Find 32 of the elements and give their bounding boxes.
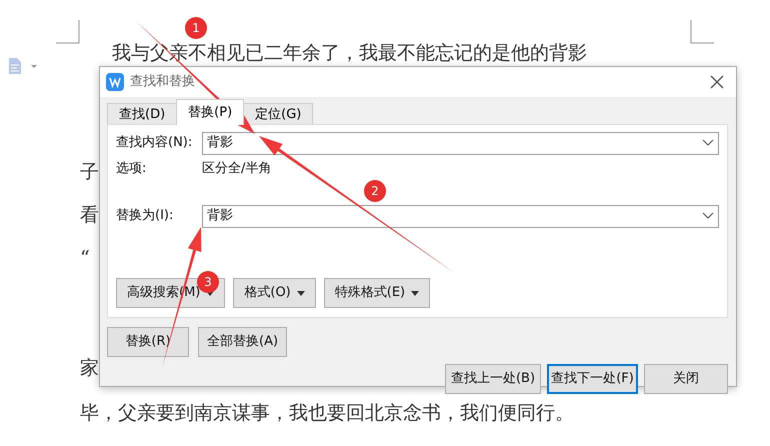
field-label: 替换为(I): xyxy=(116,207,174,226)
field-label: 查找内容(N): xyxy=(116,134,194,152)
find-combobox[interactable]: 背影 xyxy=(202,132,719,154)
action-button[interactable]: 查找下一处(F) xyxy=(547,364,638,394)
document-text: 毕，父亲要到南京谋事，我也要回北京念书，我们便同行。 xyxy=(80,401,574,425)
chevron-icon xyxy=(702,212,714,220)
options-value: 区分全/半角 xyxy=(202,160,272,178)
tab[interactable]: 替换(P) xyxy=(176,99,244,125)
window-title: 查找和替换 xyxy=(130,73,195,92)
caret-icon xyxy=(296,290,305,296)
document-text: 家 xyxy=(80,356,99,380)
dropdown-button[interactable]: 特殊格式(E) xyxy=(324,278,430,308)
field-label: 选项: xyxy=(116,160,148,178)
margin-mark xyxy=(690,20,714,44)
document-text: “ xyxy=(80,246,90,270)
action-button[interactable]: 全部替换(A) xyxy=(198,327,288,357)
action-button[interactable]: 查找上一处(B) xyxy=(445,364,541,394)
action-button[interactable]: 关闭 xyxy=(644,364,728,394)
margin-mark xyxy=(56,20,80,44)
step-badge: 2 xyxy=(364,180,386,202)
app-logo-icon xyxy=(106,73,124,91)
caret-icon xyxy=(411,290,420,296)
action-button[interactable]: 替换(R) xyxy=(107,327,189,357)
document-text: 子 xyxy=(80,160,99,184)
replace-combobox[interactable]: 背影 xyxy=(202,204,719,228)
tab[interactable]: 查找(D) xyxy=(107,103,178,125)
step-badge: 1 xyxy=(185,17,207,39)
dropdown-button[interactable]: 格式(O) xyxy=(233,278,316,308)
document-text: 看 xyxy=(80,203,99,227)
tab[interactable]: 定位(G) xyxy=(243,103,314,125)
chevron-icon xyxy=(702,139,714,147)
document-text: 我与父亲不相见已二年余了，我最不能忘记的是他的背影 xyxy=(112,41,587,65)
